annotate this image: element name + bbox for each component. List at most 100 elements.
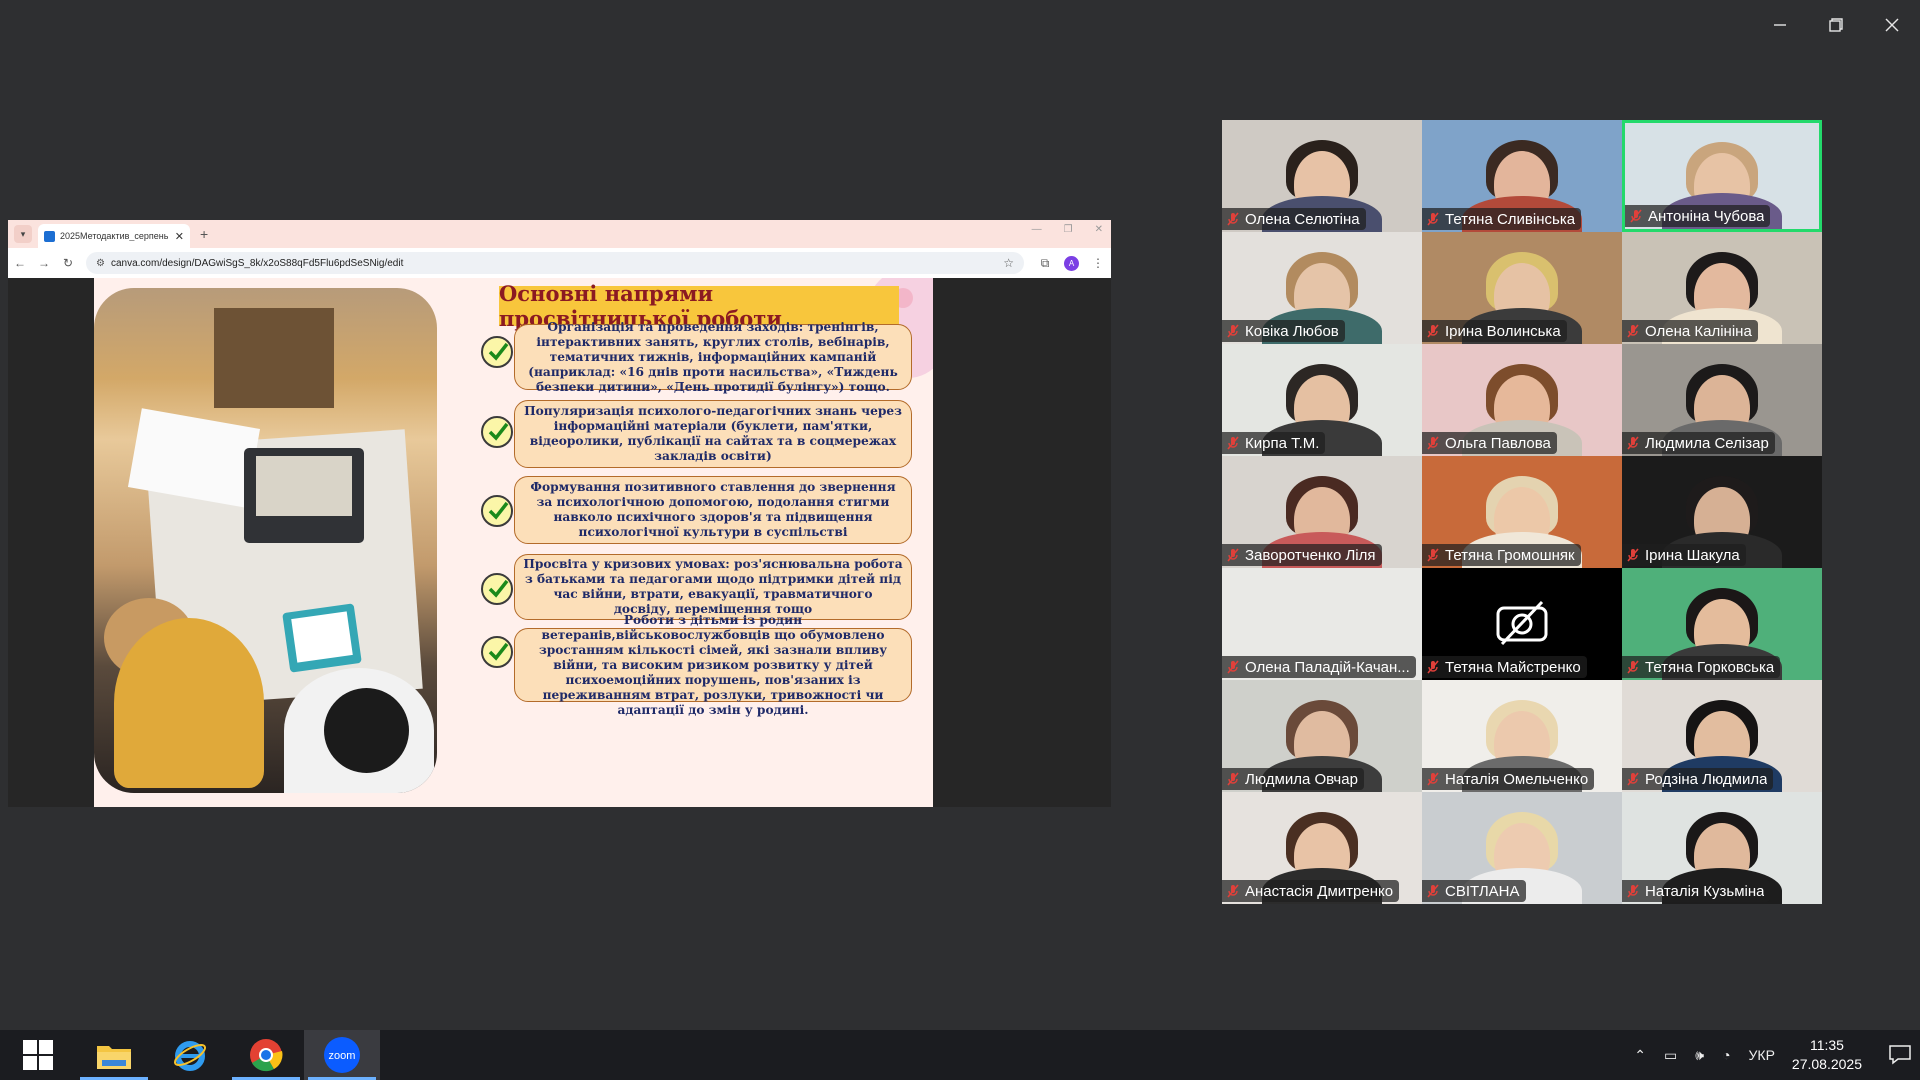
url-text: canva.com/design/DAGwiSgS_8k/x2oS88qFd5F… (110, 257, 404, 269)
participant-tile[interactable]: Олена Калініна (1622, 232, 1822, 344)
tab-title: 2025Методактив_серпень 202 (60, 231, 171, 241)
participant-nametag: Ірина Шакула (1622, 544, 1746, 566)
participant-tile[interactable]: Тетяна Сливінська (1422, 120, 1622, 232)
participant-name: Кирпа Т.М. (1245, 434, 1320, 452)
participant-tile[interactable]: Людмила Овчар (1222, 680, 1422, 792)
muted-mic-icon (1227, 436, 1239, 450)
participant-name: Тетяна Громошняк (1445, 546, 1575, 564)
camera-off-icon (1496, 600, 1548, 646)
forward-icon[interactable]: → (32, 256, 56, 270)
canva-favicon-icon (44, 230, 55, 242)
photo-laptop-screen (256, 456, 352, 516)
participant-name: Ольга Павлова (1445, 434, 1551, 452)
muted-mic-icon (1227, 324, 1239, 338)
participant-tile[interactable]: Антоніна Чубова (1622, 120, 1822, 232)
photo-girl (114, 618, 264, 788)
participant-tile[interactable]: Ірина Волинська (1422, 232, 1622, 344)
system-tray: ⌃ ▭ 🕪 ◔ УКР 11:35 27.08.2025 (1625, 1030, 1920, 1080)
network-icon[interactable]: ◔ (1722, 1047, 1730, 1063)
participant-name: Ковіка Любов (1245, 322, 1339, 340)
checkmark-icon (481, 573, 513, 605)
photo-boy-head (324, 688, 409, 773)
reload-icon[interactable]: ↻ (56, 256, 80, 270)
participant-name: Наталія Кузьміна (1645, 882, 1765, 900)
muted-mic-icon (1627, 884, 1639, 898)
muted-mic-icon (1627, 324, 1639, 338)
tab-close-icon[interactable]: ✕ (175, 230, 184, 243)
tab-search-button[interactable]: ▾ (14, 225, 32, 243)
close-icon (1885, 18, 1899, 32)
participant-tile[interactable]: Олена Паладій-Качан... (1222, 568, 1422, 680)
muted-mic-icon (1627, 548, 1639, 562)
participant-nametag: Родзіна Людмила (1622, 768, 1774, 790)
participant-name: Олена Калініна (1645, 322, 1752, 340)
participant-tile[interactable]: Тетяна Майстренко (1422, 568, 1622, 680)
muted-mic-icon (1427, 324, 1439, 338)
close-button[interactable] (1864, 0, 1920, 50)
browser-close-icon[interactable]: ✕ (1095, 224, 1103, 235)
battery-icon[interactable]: ▭ (1664, 1047, 1677, 1064)
shared-screen: ▾ 2025Методактив_серпень 202 ✕ + — ❐ ✕ ←… (8, 220, 1111, 807)
taskbar-file-explorer[interactable] (76, 1030, 152, 1080)
participant-tile[interactable]: Тетяна Горковська (1622, 568, 1822, 680)
browser-minimize-icon[interactable]: — (1032, 224, 1042, 235)
participant-tile[interactable]: Ольга Павлова (1422, 344, 1622, 456)
notification-icon (1889, 1045, 1911, 1065)
taskbar: zoom ⌃ ▭ 🕪 ◔ УКР 11:35 27.08.2025 (0, 1030, 1920, 1080)
restore-button[interactable] (1808, 0, 1864, 50)
show-hidden-icons-icon[interactable]: ⌃ (1634, 1047, 1646, 1064)
zoom-icon: zoom (324, 1037, 360, 1073)
participant-tile[interactable]: Тетяна Громошняк (1422, 456, 1622, 568)
minimize-button[interactable] (1752, 0, 1808, 50)
restore-icon (1829, 18, 1843, 32)
participant-nametag: Наталія Омельченко (1422, 768, 1595, 790)
slide-item-1: Організація та проведення заходів: трені… (514, 320, 912, 394)
volume-icon[interactable]: 🕪 (1695, 1047, 1704, 1064)
participant-tile[interactable]: Наталія Кузьміна (1622, 792, 1822, 904)
address-bar[interactable]: ⚙ canva.com/design/DAGwiSgS_8k/x2oS88qFd… (86, 252, 1024, 274)
back-icon[interactable]: ← (8, 256, 32, 270)
participant-name: Олена Селютіна (1245, 210, 1360, 228)
participant-nametag: Людмила Селізар (1622, 432, 1775, 454)
participant-tile[interactable]: Наталія Омельченко (1422, 680, 1622, 792)
participant-tile[interactable]: Заворотченко Ліля (1222, 456, 1422, 568)
muted-mic-icon (1427, 772, 1439, 786)
participant-nametag: Наталія Кузьміна (1622, 880, 1771, 902)
browser-tab[interactable]: 2025Методактив_серпень 202 ✕ (38, 224, 190, 248)
browser-menu-icon[interactable]: ⋮ (1085, 256, 1111, 270)
participant-tile[interactable]: Людмила Селізар (1622, 344, 1822, 456)
new-tab-button[interactable]: + (200, 226, 208, 242)
slide: Основні напрями просвітницької роботи Ор… (94, 278, 933, 807)
taskbar-zoom[interactable]: zoom (304, 1030, 380, 1080)
checkmark-icon (481, 416, 513, 448)
participant-tile[interactable]: Ірина Шакула (1622, 456, 1822, 568)
profile-avatar[interactable]: A (1064, 255, 1079, 271)
taskbar-chrome[interactable] (228, 1030, 304, 1080)
participant-name: Тетяна Сливінська (1445, 210, 1576, 228)
participant-name: Наталія Омельченко (1445, 770, 1589, 788)
participant-tile[interactable]: Родзіна Людмила (1622, 680, 1822, 792)
participant-name: Тетяна Майстренко (1445, 658, 1581, 676)
participant-tile[interactable]: Кирпа Т.М. (1222, 344, 1422, 456)
start-button[interactable] (0, 1030, 76, 1080)
chrome-icon (250, 1039, 283, 1072)
participant-tile[interactable]: Олена Селютіна (1222, 120, 1422, 232)
participant-tile[interactable]: Анастасія Дмитренко (1222, 792, 1422, 904)
clock[interactable]: 11:35 27.08.2025 (1792, 1036, 1862, 1074)
bookmark-star-icon[interactable]: ☆ (1003, 256, 1014, 270)
site-info-icon[interactable]: ⚙ (96, 258, 105, 269)
muted-mic-icon (1227, 212, 1239, 226)
participant-nametag: Ольга Павлова (1422, 432, 1557, 454)
taskbar-internet-explorer[interactable] (152, 1030, 228, 1080)
extensions-icon[interactable]: ⧉ (1032, 256, 1058, 271)
participant-tile[interactable]: Ковіка Любов (1222, 232, 1422, 344)
participant-name: Людмила Овчар (1245, 770, 1358, 788)
internet-explorer-icon (173, 1041, 207, 1071)
checkmark-icon (481, 495, 513, 527)
notifications-button[interactable] (1880, 1030, 1920, 1080)
browser-restore-icon[interactable]: ❐ (1064, 224, 1073, 235)
canva-editor-area: Основні напрями просвітницької роботи Ор… (8, 278, 1111, 807)
language-indicator[interactable]: УКР (1749, 1047, 1775, 1063)
participant-nametag: Заворотченко Ліля (1222, 544, 1382, 566)
participant-tile[interactable]: СВІТЛАНА (1422, 792, 1622, 904)
